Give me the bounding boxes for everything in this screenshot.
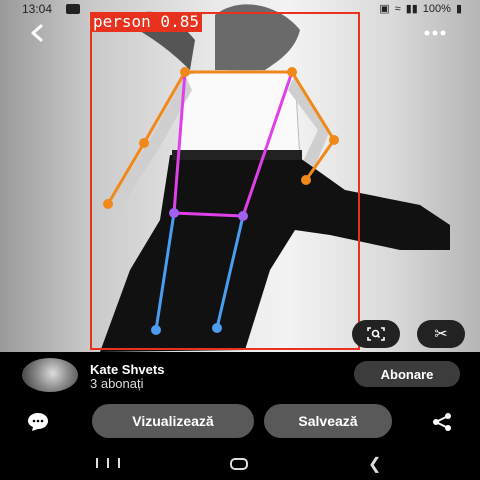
signal-icon: ▮▮ bbox=[405, 3, 418, 15]
chevron-left-icon bbox=[31, 24, 43, 42]
battery-percent: 100% bbox=[422, 2, 451, 15]
subscribe-button[interactable]: Abonare bbox=[354, 361, 460, 387]
visual-search-icon bbox=[367, 327, 385, 341]
more-options-button[interactable] bbox=[420, 20, 450, 46]
status-right: ▣ ≈ ▮▮ 100% ▮ bbox=[379, 2, 462, 16]
back-button[interactable] bbox=[22, 20, 52, 46]
home-icon[interactable] bbox=[230, 458, 248, 470]
cutout-button[interactable]: ✂ bbox=[417, 320, 465, 348]
more-horizontal-icon bbox=[424, 30, 446, 36]
save-button[interactable]: Salvează bbox=[264, 404, 392, 438]
battery-icon: ▮ bbox=[455, 3, 462, 15]
comment-bubble-icon[interactable] bbox=[26, 412, 50, 432]
subscriber-count: 3 abonați bbox=[90, 376, 144, 391]
nav-back-icon[interactable]: ❮ bbox=[368, 454, 381, 474]
status-time: 13:04 bbox=[22, 2, 53, 16]
recents-icon[interactable] bbox=[96, 458, 120, 468]
lock-icon: ▣ bbox=[379, 3, 390, 15]
gallery-icon bbox=[66, 4, 80, 14]
detection-box bbox=[90, 12, 360, 350]
avatar[interactable] bbox=[22, 358, 78, 392]
wifi-icon: ≈ bbox=[394, 2, 401, 15]
scissors-icon: ✂ bbox=[434, 326, 448, 343]
share-icon[interactable] bbox=[430, 412, 454, 432]
visit-button[interactable]: Vizualizează bbox=[92, 404, 254, 438]
visual-search-button[interactable] bbox=[352, 320, 400, 348]
creator-name[interactable]: Kate Shvets bbox=[90, 362, 164, 377]
status-bar: 13:04 ▣ ≈ ▮▮ 100% ▮ bbox=[0, 0, 480, 18]
